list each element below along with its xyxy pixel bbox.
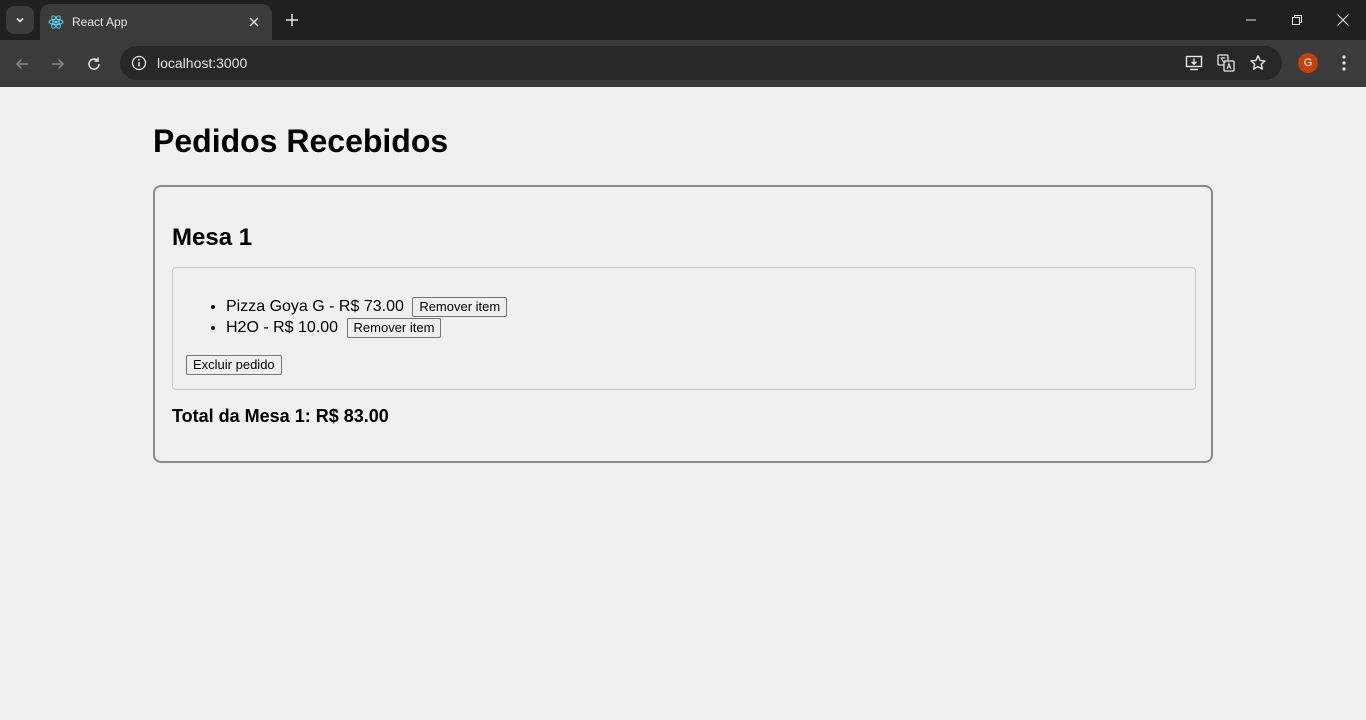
- browser-toolbar: localhost:3000 G: [0, 40, 1366, 87]
- order-items-box: Pizza Goya G - R$ 73.00 Remover item H2O…: [172, 267, 1196, 390]
- back-icon: [15, 58, 28, 70]
- close-icon: [249, 17, 259, 27]
- remove-item-button[interactable]: Remover item: [412, 297, 508, 317]
- item-text: H2O - R$ 10.00: [226, 319, 339, 337]
- star-icon: [1250, 55, 1266, 70]
- forward-button[interactable]: [44, 50, 72, 78]
- install-app-button[interactable]: [1182, 51, 1206, 75]
- translate-icon: [1217, 54, 1235, 72]
- restore-icon: [1292, 15, 1302, 25]
- tab-search-button[interactable]: [6, 6, 34, 34]
- list-item: H2O - R$ 10.00 Remover item: [226, 318, 507, 339]
- delete-order-button[interactable]: Excluir pedido: [186, 355, 282, 375]
- kebab-menu-icon: [1342, 55, 1346, 71]
- page-title: Pedidos Recebidos: [153, 123, 449, 159]
- restore-button[interactable]: [1274, 0, 1320, 40]
- browser-titlebar: React App: [0, 0, 1366, 40]
- new-tab-button[interactable]: [280, 8, 304, 32]
- page-content: Pedidos Recebidos Mesa 1 Pizza Goya G - …: [0, 87, 1366, 720]
- close-window-button[interactable]: [1320, 0, 1366, 40]
- minimize-icon: [1246, 19, 1256, 21]
- table-title: Mesa 1: [172, 224, 253, 251]
- info-icon: [131, 55, 147, 71]
- table-total: Total da Mesa 1: R$ 83.00: [172, 406, 389, 426]
- item-list: Pizza Goya G - R$ 73.00 Remover item H2O…: [226, 297, 508, 339]
- item-text: Pizza Goya G - R$ 73.00: [226, 298, 404, 316]
- close-tab-button[interactable]: [244, 12, 264, 32]
- list-item: Pizza Goya G - R$ 73.00 Remover item: [226, 297, 508, 318]
- remove-item-button[interactable]: Remover item: [346, 318, 442, 338]
- tab-title: React App: [72, 15, 128, 29]
- install-icon: [1185, 55, 1203, 71]
- minimize-button[interactable]: [1228, 0, 1274, 40]
- chevron-down-icon: [16, 17, 24, 23]
- order-card: Mesa 1 Pizza Goya G - R$ 73.00 Remover i…: [153, 185, 1213, 463]
- profile-avatar[interactable]: G: [1298, 53, 1318, 73]
- forward-icon: [52, 58, 65, 70]
- active-tab[interactable]: React App: [40, 4, 272, 40]
- reload-icon: [88, 57, 100, 70]
- translate-button[interactable]: [1214, 51, 1238, 75]
- address-bar[interactable]: localhost:3000: [120, 46, 1282, 80]
- back-button[interactable]: [8, 50, 36, 78]
- browser-menu-button[interactable]: [1332, 50, 1356, 76]
- url-text: localhost:3000: [157, 55, 248, 71]
- plus-icon: [286, 14, 298, 26]
- bookmark-button[interactable]: [1246, 51, 1270, 75]
- close-icon: [1337, 14, 1349, 26]
- react-icon: [48, 14, 64, 30]
- site-info-button[interactable]: [127, 51, 151, 75]
- reload-button[interactable]: [80, 50, 108, 78]
